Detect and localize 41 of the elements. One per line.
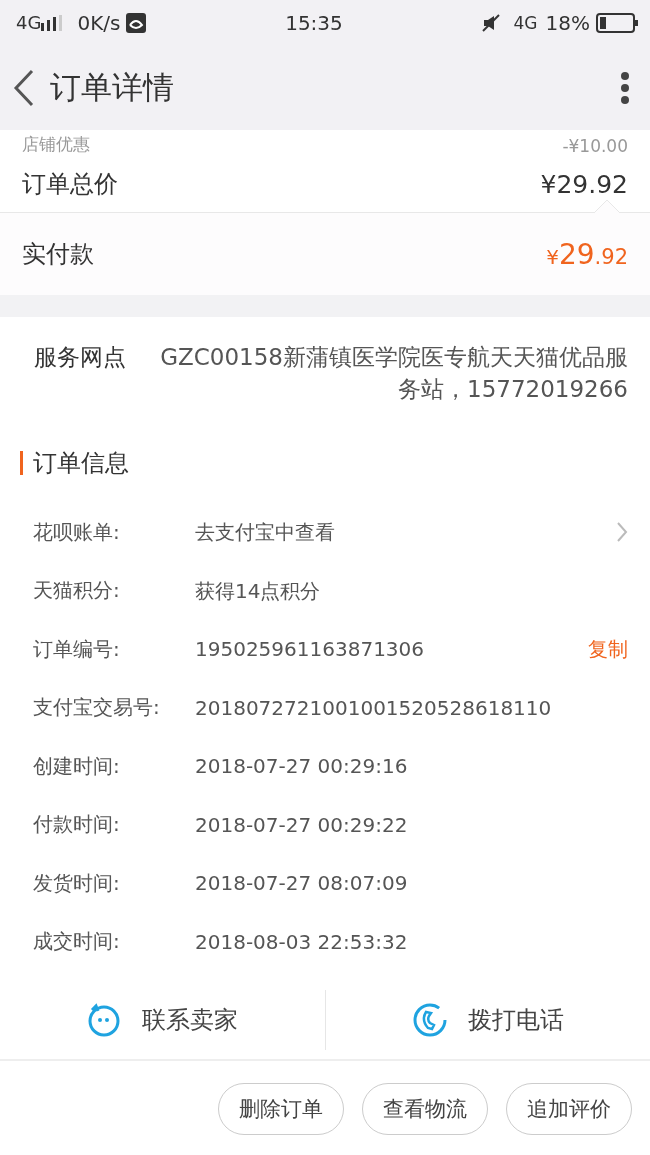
info-value: 2018072721001001520528618110 xyxy=(195,694,553,721)
info-label: 创建时间: xyxy=(33,752,121,780)
battery-percent: 18% xyxy=(545,10,590,35)
info-value: 2018-07-27 00:29:16 xyxy=(195,753,409,780)
info-label: 发货时间: xyxy=(33,869,121,897)
info-label: 订单编号: xyxy=(33,635,121,663)
phone-icon xyxy=(411,1002,448,1038)
total-value: ¥29.92 xyxy=(540,169,628,199)
info-value[interactable]: 去支付宝中查看 xyxy=(195,519,616,546)
info-label: 付款时间: xyxy=(33,811,121,839)
service-label: 服务网点 xyxy=(34,343,126,372)
info-value: 2018-07-27 08:07:09 xyxy=(195,870,409,897)
clock-time: 15:35 xyxy=(285,10,343,35)
network-type: 4G xyxy=(16,12,42,33)
order-action-button[interactable]: 追加评价 xyxy=(506,1083,632,1135)
info-value: 2018-08-03 22:53:32 xyxy=(195,928,409,955)
paid-label: 实付款 xyxy=(22,239,94,270)
discount-value: -¥10.00 xyxy=(562,136,628,156)
data-type: 4G xyxy=(513,12,538,33)
order-action-button[interactable]: 删除订单 xyxy=(218,1083,344,1135)
mute-icon xyxy=(481,13,500,32)
network-speed: 0K/s xyxy=(77,10,121,35)
info-label: 支付宝交易号: xyxy=(33,694,161,722)
info-value: 195025961163871306 xyxy=(195,636,426,663)
order-action-button[interactable]: 查看物流 xyxy=(362,1083,488,1135)
info-value: 获得14点积分 xyxy=(195,577,322,604)
info-label: 成交时间: xyxy=(33,928,121,956)
info-label: 花呗账单: xyxy=(33,518,121,546)
page-title: 订单详情 xyxy=(50,67,175,107)
more-icon xyxy=(620,70,630,105)
paid-amount: ¥29.92 xyxy=(546,237,628,271)
total-label: 订单总价 xyxy=(22,169,118,200)
section-title: 订单信息 xyxy=(33,448,129,479)
service-value: GZC00158新蒲镇医学院医专航天天猫优品服务站，15772019266 xyxy=(159,343,628,404)
contact-button[interactable]: 联系卖家 xyxy=(0,990,325,1050)
discount-label: 店铺优惠 xyxy=(22,133,90,156)
info-value: 2018-07-27 00:29:22 xyxy=(195,811,409,838)
app-notification-icon xyxy=(126,12,147,33)
info-label: 天猫积分: xyxy=(33,577,121,605)
battery-icon xyxy=(596,12,638,33)
contact-button[interactable]: 拨打电话 xyxy=(325,990,650,1050)
